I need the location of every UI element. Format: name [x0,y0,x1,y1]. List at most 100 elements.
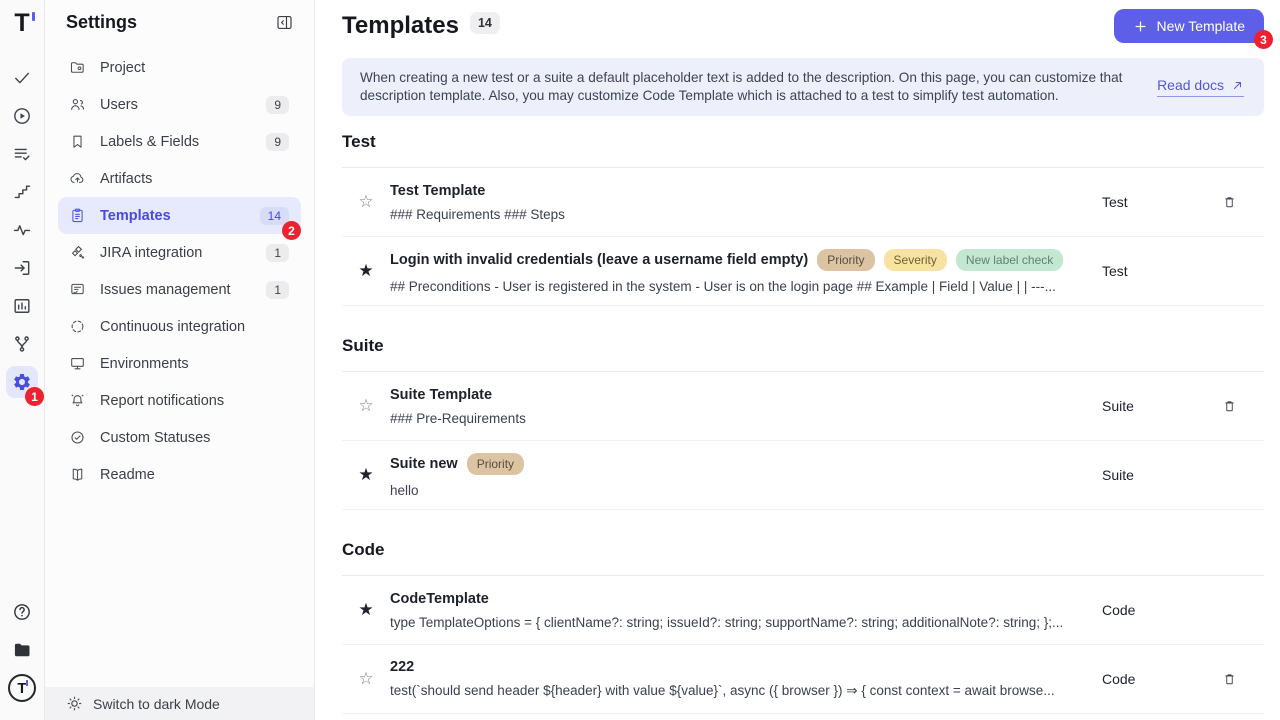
star-filled-icon[interactable]: ★ [342,465,390,485]
label-badge: Priority [817,249,874,271]
star-filled-icon[interactable]: ★ [342,261,390,281]
sidebar-count-badge: 9 [266,96,289,114]
plus-icon [1133,19,1148,34]
template-description: type TemplateOptions = { clientName?: st… [390,615,1078,630]
star-outline-icon[interactable]: ☆ [342,669,390,689]
sidebar-item-label: Project [100,60,145,76]
star-filled-icon[interactable]: ★ [342,600,390,620]
sidebar-item-label: Templates [100,208,171,224]
sidebar-item-label: JIRA integration [100,245,202,261]
trash-icon [1222,194,1237,210]
collapse-panel-icon[interactable] [275,13,294,32]
banner-text: When creating a new test or a suite a de… [360,69,1127,105]
sidebar-item-labels-fields[interactable]: Labels & Fields 9 [58,123,301,160]
workspace-logo-circle[interactable]: T [6,672,38,704]
delete-template-button[interactable] [1194,671,1264,687]
external-link-arrow-icon [1231,79,1244,92]
runs-list-check-icon[interactable] [6,138,38,170]
templates-notification-badge: 2 [282,221,301,240]
sidebar-item-templates[interactable]: Templates 14 2 [58,197,301,234]
app-rail: T 1 T [0,0,45,720]
settings-sidebar: Settings Project Users 9 Labels & Fields… [45,0,315,720]
jira-icon [69,244,86,261]
template-description: hello [390,483,1078,498]
pulse-activity-icon[interactable] [6,214,38,246]
sidebar-item-label: Artifacts [100,171,152,187]
template-row: ☆ Test Template ### Requirements ### Ste… [342,168,1264,237]
template-row: ☆ Suite Template ### Pre-Requirements Su… [342,372,1264,441]
label-badge: Priority [467,453,524,475]
sidebar-item-report-notifications[interactable]: Report notifications [58,382,301,419]
dark-mode-label: Switch to dark Mode [93,696,220,712]
read-docs-link[interactable]: Read docs [1157,77,1244,97]
template-title[interactable]: Suite Template [390,387,492,403]
sidebar-item-label: Users [100,97,138,113]
settings-gear-icon[interactable]: 1 [6,366,38,398]
runs-play-circle-icon[interactable] [6,100,38,132]
sidebar-count-badge: 9 [266,133,289,151]
analytics-bar-chart-icon[interactable] [6,290,38,322]
settings-notification-badge: 1 [25,387,44,406]
sidebar-item-readme[interactable]: Readme [58,456,301,493]
new-template-button[interactable]: New Template 3 [1114,9,1264,43]
steps-icon[interactable] [6,176,38,208]
template-row: ☆ 222 test(`should send header ${header}… [342,645,1264,714]
issue-card-icon [69,281,86,298]
sidebar-item-label: Custom Statuses [100,430,210,446]
star-outline-icon[interactable]: ☆ [342,192,390,212]
template-type: Code [1102,602,1194,618]
branch-icon[interactable] [6,328,38,360]
sidebar-item-issues-management[interactable]: Issues management 1 [58,271,301,308]
sidebar-item-label: Report notifications [100,393,224,409]
template-title[interactable]: Login with invalid credentials (leave a … [390,252,808,268]
template-title[interactable]: CodeTemplate [390,591,489,607]
new-template-notification-badge: 3 [1254,30,1273,49]
sidebar-title: Settings [66,12,137,33]
sidebar-count-badge: 1 [266,281,289,299]
clipboard-icon [69,207,86,224]
dark-mode-toggle[interactable]: Switch to dark Mode [45,687,314,720]
trash-icon [1222,671,1237,687]
delete-template-button[interactable] [1194,398,1264,414]
sidebar-item-continuous-integration[interactable]: Continuous integration [58,308,301,345]
section-suite: Suite ☆ Suite Template ### Pre-Requireme… [342,336,1264,510]
sidebar-item-label: Continuous integration [100,319,245,335]
template-description: test(`should send header ${header} with … [390,683,1078,699]
page-title: Templates [342,12,459,40]
sidebar-count-badge: 14 [260,207,289,225]
section-test: Test ☆ Test Template ### Requirements ##… [342,132,1264,306]
projects-folder-icon[interactable] [6,634,38,666]
section-code: Code ★ CodeTemplate type TemplateOptions… [342,540,1264,714]
check-circle-icon [69,429,86,446]
section-heading: Code [342,540,1264,560]
template-type: Test [1102,263,1194,279]
template-type: Test [1102,194,1194,210]
sidebar-item-environments[interactable]: Environments [58,345,301,382]
template-title[interactable]: Test Template [390,183,485,199]
star-outline-icon[interactable]: ☆ [342,396,390,416]
label-badge: Severity [884,249,947,271]
sidebar-item-artifacts[interactable]: Artifacts [58,160,301,197]
cloud-upload-icon [69,170,86,187]
app-logo[interactable]: T [14,8,29,40]
sidebar-item-users[interactable]: Users 9 [58,86,301,123]
section-heading: Test [342,132,1264,152]
sidebar-item-custom-statuses[interactable]: Custom Statuses [58,419,301,456]
import-sign-in-icon[interactable] [6,252,38,284]
template-description: ## Preconditions - User is registered in… [390,279,1078,294]
info-banner: When creating a new test or a suite a de… [342,58,1264,116]
sidebar-item-jira-integration[interactable]: JIRA integration 1 [58,234,301,271]
sidebar-item-project[interactable]: Project [58,49,301,86]
tests-check-icon[interactable] [6,62,38,94]
template-title[interactable]: Suite new [390,456,458,472]
bell-icon [69,392,86,409]
rail-bottom: T [6,596,38,710]
template-type: Suite [1102,398,1194,414]
help-icon[interactable] [6,596,38,628]
trash-icon [1222,398,1237,414]
templates-page: Templates 14 New Template 3 When creatin… [315,0,1280,720]
template-title[interactable]: 222 [390,659,414,675]
users-icon [69,96,86,113]
delete-template-button[interactable] [1194,194,1264,210]
template-type: Suite [1102,467,1194,483]
